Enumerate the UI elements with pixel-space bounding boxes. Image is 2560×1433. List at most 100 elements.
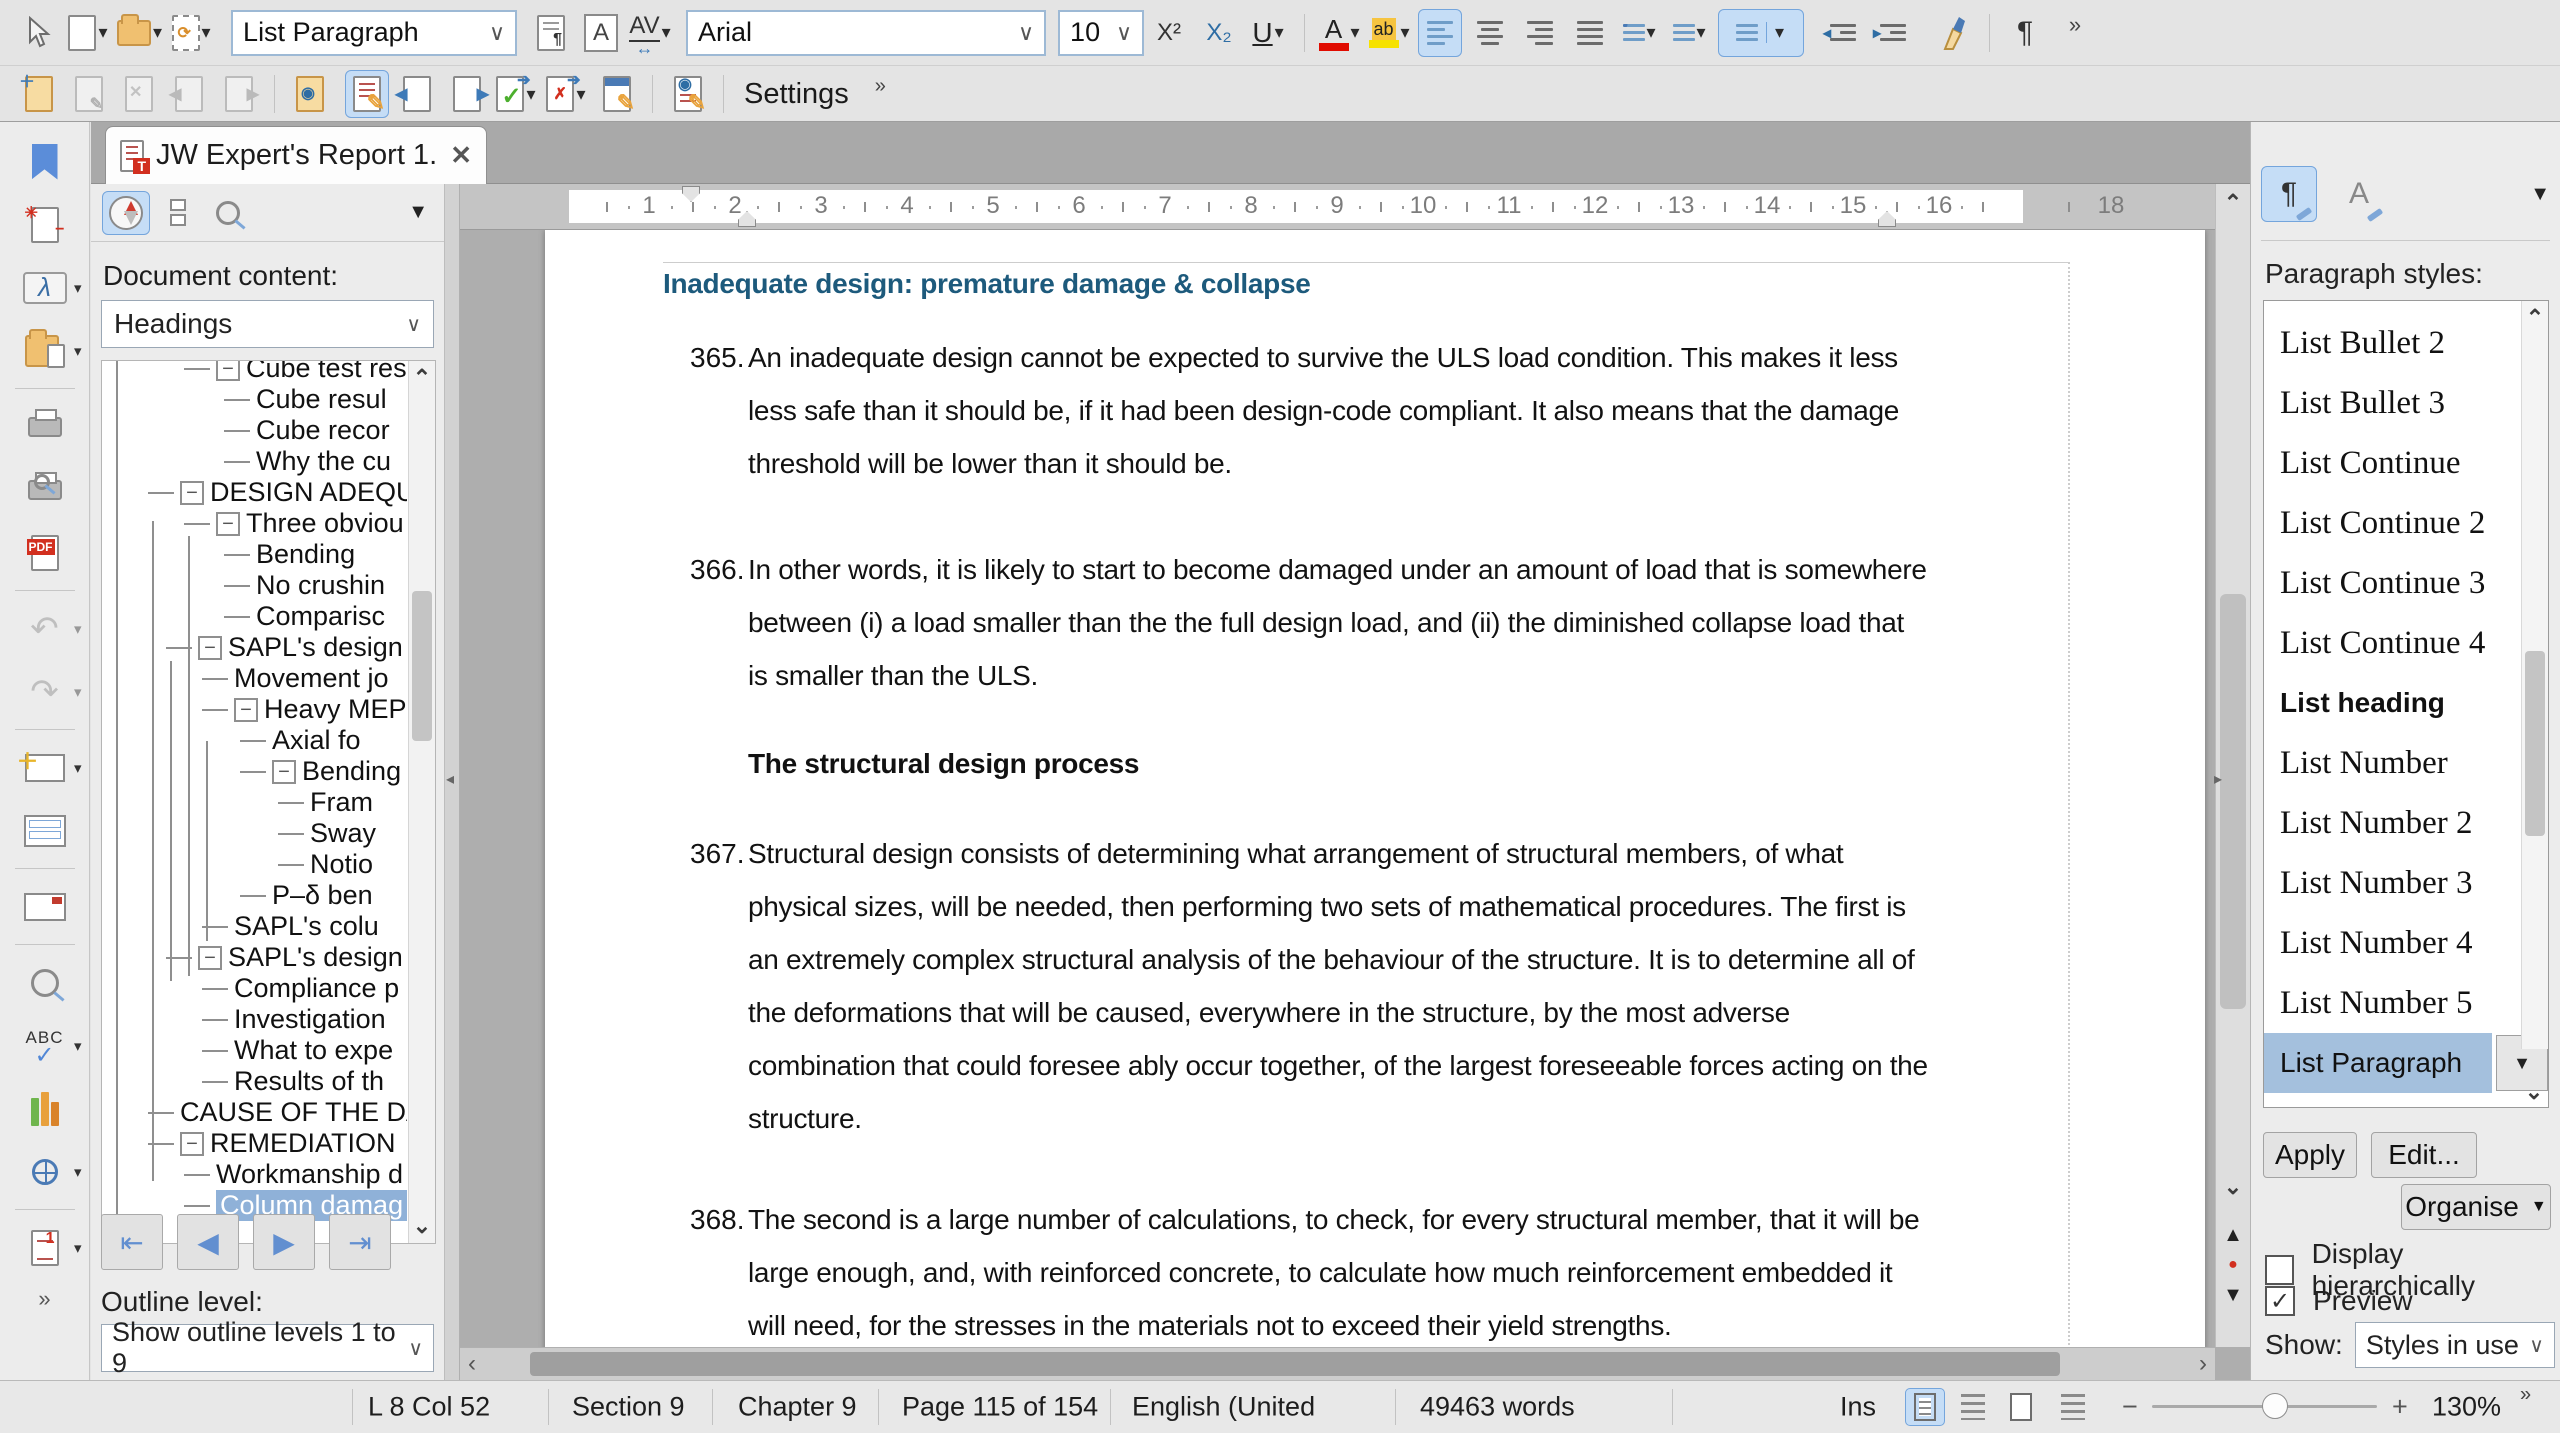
zoom-slider-knob[interactable] [2262, 1393, 2288, 1419]
style-list-item[interactable]: List Continue 4 [2264, 613, 2548, 673]
navigator-search-button[interactable] [206, 189, 250, 237]
highlight-color-button[interactable]: ab▾ [1368, 9, 1412, 57]
tree-item-label[interactable]: CAUSE OF THE DA [180, 1097, 407, 1128]
navigator-tree-item[interactable]: Compliance p [102, 973, 407, 1004]
tree-item-label[interactable]: P–δ ben [272, 880, 373, 911]
navigator-tree-item[interactable]: CAUSE OF THE DA [102, 1097, 407, 1128]
collapse-box-icon[interactable]: − [198, 946, 222, 970]
collapse-box-icon[interactable]: − [216, 512, 240, 536]
formatting-marks-button[interactable]: ¶ [2003, 9, 2047, 57]
undo-button[interactable]: ↶▾ [2, 597, 88, 660]
character-styles-toggle[interactable]: A [2331, 166, 2387, 222]
collapse-left-icon[interactable]: ◂ [446, 769, 454, 789]
tree-item-label[interactable]: SAPL's design w [228, 632, 407, 663]
chevron-down-icon[interactable]: ▾ [74, 1239, 82, 1257]
navigator-tree-item[interactable]: −Bending [102, 756, 407, 787]
leftbar-overflow-button[interactable]: » [2, 1279, 88, 1319]
paragraph-dialog-button[interactable]: ¶ [529, 9, 573, 57]
tree-item-label[interactable]: Cube recor [256, 415, 390, 446]
style-list-item[interactable]: List heading [2264, 673, 2548, 733]
character-dialog-button[interactable]: A [579, 9, 623, 57]
cursor-tool-icon[interactable] [17, 9, 61, 57]
navigator-tree-item[interactable]: Results of th [102, 1066, 407, 1097]
chevron-down-icon[interactable]: ▾ [98, 22, 107, 43]
zoom-level-status[interactable]: 130% [2432, 1392, 2501, 1423]
outline-level-combo[interactable]: Show outline levels 1 to 9∨ [101, 1324, 434, 1372]
tree-item-label[interactable]: Cube resul [256, 384, 387, 415]
preview-checkbox[interactable]: ✓ [2265, 1286, 2295, 1316]
open-document-button[interactable]: ▾ [117, 9, 164, 57]
navigator-tree-item[interactable]: What to expe [102, 1035, 407, 1066]
style-list-item[interactable]: List Bullet 2 [2264, 313, 2548, 373]
navigator-tree-item[interactable]: −DESIGN ADEQUAC [102, 477, 407, 508]
collapse-box-icon[interactable]: − [272, 760, 296, 784]
chevron-down-icon[interactable]: ▾ [1401, 22, 1410, 43]
tree-scrollbar-thumb[interactable] [412, 591, 432, 741]
tree-item-label[interactable]: SAPL's colu [234, 911, 379, 942]
page-number-button[interactable]: 1▾ [2, 1216, 88, 1279]
style-list-item[interactable]: List Continue 3 [2264, 553, 2548, 613]
insert-comment-button[interactable]: ＋ [17, 70, 61, 118]
new-document-button[interactable]: ▾ [67, 9, 111, 57]
show-changes-button[interactable]: ◉✎ [666, 70, 710, 118]
edit-comment-button[interactable]: ✎ [67, 70, 111, 118]
chevron-down-icon[interactable]: ▾ [74, 279, 82, 297]
next-comment-button[interactable]: ▶ [217, 70, 261, 118]
style-list-item[interactable]: List Number 3 [2264, 853, 2548, 913]
single-page-view-button[interactable] [1905, 1388, 1945, 1426]
tree-item-label[interactable]: SAPL's design d [228, 942, 407, 973]
next-change-button[interactable]: ▶ [445, 70, 489, 118]
style-list-item[interactable]: List Continue 2 [2264, 493, 2548, 553]
style-list-item[interactable]: List Bullet 3 [2264, 373, 2548, 433]
insert-section-button[interactable] [2, 799, 88, 862]
track-changes-page-button[interactable]: ✳− [2, 193, 88, 256]
navigator-tree-item[interactable]: Movement jo [102, 663, 407, 694]
navigator-tree-item[interactable]: Notio [102, 849, 407, 880]
settings-menu[interactable]: Settings [744, 78, 849, 111]
navigator-tree-item[interactable]: −REMEDIATION [102, 1128, 407, 1159]
navigator-menu-chevron[interactable]: ▼ [408, 201, 436, 224]
zoom-out-icon[interactable]: − [2122, 1392, 2138, 1423]
align-left-button[interactable] [1418, 9, 1462, 57]
scroll-up-icon[interactable]: ⌃ [2522, 305, 2548, 331]
chevron-down-icon[interactable]: ▾ [74, 1163, 82, 1181]
chevron-down-icon[interactable]: ▾ [1275, 22, 1284, 43]
style-list-item[interactable]: List Number 2 [2264, 793, 2548, 853]
navigator-tree-item[interactable]: Comparisc [102, 601, 407, 632]
insert-frame-button[interactable]: ＋▾ [2, 736, 88, 799]
section-status[interactable]: Section 9 [572, 1392, 685, 1423]
styles-scrollbar[interactable]: ⌃ [2521, 301, 2548, 1049]
tree-item-label[interactable]: Sway [310, 818, 376, 849]
save-document-button[interactable]: ⟳▾ [170, 9, 214, 57]
navigator-tree-item[interactable]: Why the cu [102, 446, 407, 477]
chevron-down-icon[interactable]: ▾ [74, 759, 82, 777]
chevron-down-icon[interactable]: ▾ [74, 683, 82, 701]
navigator-tree-item[interactable]: −Cube test res [102, 360, 407, 384]
increase-indent-button[interactable]: ▸ [1871, 9, 1915, 57]
apply-button[interactable]: Apply [2263, 1132, 2357, 1178]
collapse-box-icon[interactable]: − [180, 481, 204, 505]
navigator-tree-item[interactable]: Bending [102, 539, 407, 570]
subscript-button[interactable]: X₂ [1197, 9, 1241, 57]
character-spacing-button[interactable]: AV↔ ▾ [629, 9, 673, 57]
paragraph-styles-toggle[interactable]: ¶ [2261, 166, 2317, 222]
collapse-box-icon[interactable]: − [180, 1132, 204, 1156]
print-preview-button[interactable] [2, 458, 88, 521]
redo-button[interactable]: ↷▾ [2, 660, 88, 723]
web-view-button[interactable] [2049, 1388, 2089, 1426]
chevron-down-icon[interactable]: ▾ [1697, 22, 1706, 43]
document-tab[interactable]: T JW Expert's Report 1.00.... ✕ [105, 126, 487, 184]
style-list-item[interactable]: List Number 4 [2264, 913, 2548, 973]
navigator-tree-item[interactable]: −Three obviou [102, 508, 407, 539]
insert-mode-status[interactable]: Ins [1840, 1392, 1876, 1423]
navigator-tree-item[interactable]: Cube recor [102, 415, 407, 446]
tree-item-label[interactable]: Comparisc [256, 601, 385, 632]
style-list-item[interactable]: List Number 5 [2264, 973, 2548, 1033]
collapse-box-icon[interactable]: − [198, 636, 222, 660]
navigate-by-icon[interactable]: ● [2216, 1256, 2250, 1274]
scroll-down-icon[interactable]: ⌄ [2216, 1174, 2250, 1200]
font-color-button[interactable]: A▾ [1318, 9, 1362, 57]
first-heading-button[interactable]: ⇤ [101, 1214, 163, 1270]
page-status[interactable]: Page 115 of 154 [902, 1392, 1098, 1423]
horizontal-scrollbar[interactable]: ‹ › [460, 1347, 2215, 1380]
